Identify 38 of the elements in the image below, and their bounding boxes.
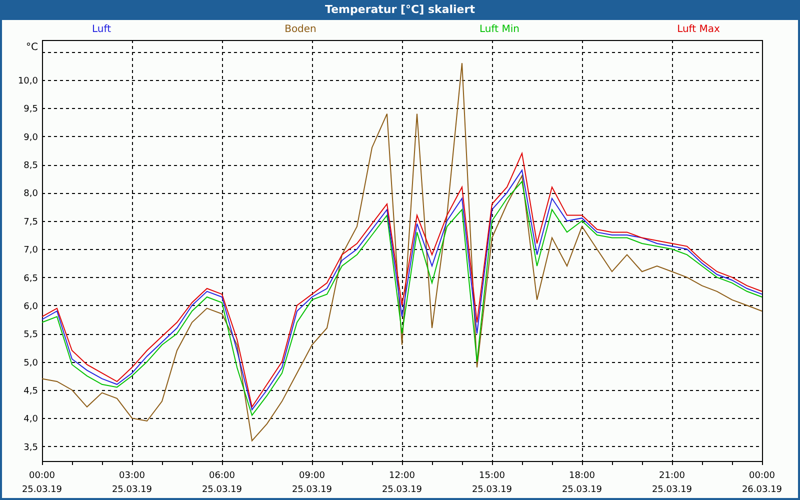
y-tick-label: 3,5	[24, 442, 38, 453]
legend-label: Luft Max	[676, 22, 721, 36]
date-label: 25.03.19	[562, 485, 602, 495]
x-tick-label: 00:00	[29, 471, 55, 481]
date-label: 25.03.19	[292, 485, 332, 495]
y-tick-label: 9,5	[24, 104, 38, 115]
x-tick-label: 06:00	[209, 471, 235, 481]
date-label: 25.03.19	[472, 485, 512, 495]
y-tick-label: 5,5	[24, 330, 38, 340]
y-tick-label: 6,5	[24, 274, 38, 284]
x-tick-label: 00:00	[749, 471, 775, 481]
date-label: 25.03.19	[112, 485, 152, 495]
x-tick-label: 18:00	[569, 471, 595, 481]
x-tick-label: 09:00	[299, 471, 325, 481]
y-tick-label: 5,0	[24, 358, 38, 368]
date-label: 25.03.19	[22, 485, 62, 495]
y-tick-label: 8,5	[24, 161, 38, 172]
y-tick-label: 7,5	[24, 217, 38, 228]
x-tick-label: 12:00	[389, 471, 415, 481]
x-tick-label: 03:00	[119, 471, 145, 481]
y-tick-label: 6,0	[24, 302, 38, 312]
window-title: Temperatur [°C] skaliert	[324, 2, 476, 18]
legend-label: Luft Min	[478, 22, 520, 36]
y-tick-label: 9,0	[24, 132, 38, 143]
date-label: 26.03.19	[742, 485, 782, 495]
y-tick-label: 4,5	[24, 386, 38, 396]
x-tick-label: 21:00	[659, 471, 685, 481]
y-tick-label: 10,0	[18, 76, 38, 87]
legend-label: Boden	[284, 22, 318, 36]
y-tick-label: 4,0	[24, 414, 38, 425]
x-tick-label: 15:00	[479, 471, 505, 481]
legend-label: Luft	[91, 22, 112, 36]
date-label: 25.03.19	[652, 485, 692, 495]
date-label: 25.03.19	[202, 485, 242, 495]
y-axis-unit: °C	[26, 42, 38, 53]
y-tick-label: 8,0	[24, 189, 38, 200]
y-tick-label: 7,0	[24, 246, 38, 256]
date-label: 25.03.19	[382, 485, 422, 495]
